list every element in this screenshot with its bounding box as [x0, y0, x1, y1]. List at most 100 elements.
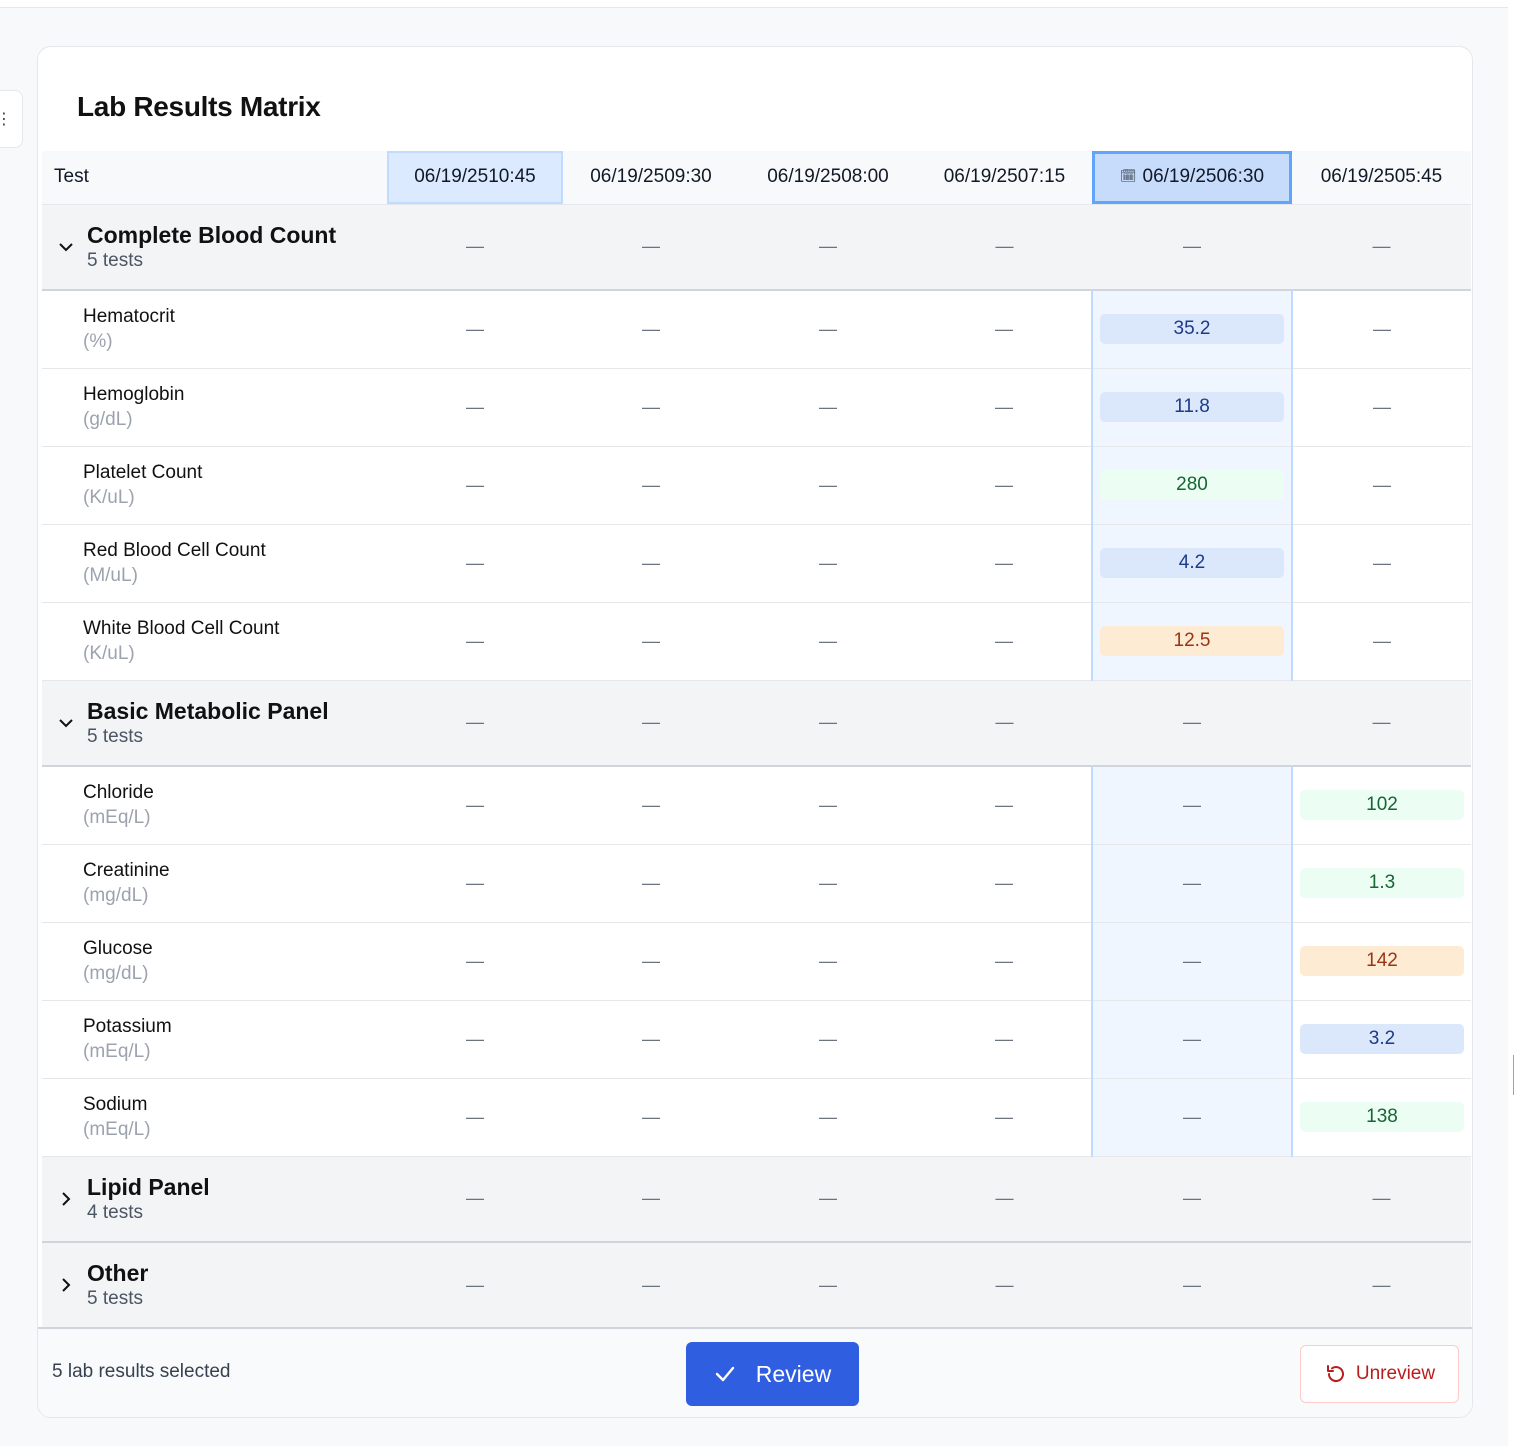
empty-cell: — [819, 396, 837, 417]
empty-cell: — [995, 950, 1013, 971]
group-name: Other [87, 1260, 149, 1286]
group-count: 5 tests [87, 1288, 143, 1309]
unreview-button[interactable]: Unreview [1300, 1345, 1459, 1403]
empty-cell: — [387, 1155, 563, 1242]
empty-cell: — [466, 318, 484, 339]
empty-cell: — [642, 318, 660, 339]
check-icon [715, 1366, 734, 1382]
empty-cell: — [1092, 1241, 1292, 1328]
empty-cell[interactable]: — [1091, 1000, 1293, 1078]
undo-icon [1326, 1365, 1344, 1383]
column-header-time[interactable]: 06/19/2510:45 [387, 151, 563, 204]
test-name: Platelet Count [83, 462, 203, 483]
group-row-complete-blood-count[interactable]: Complete Blood Count 5 tests — — — — — — [42, 203, 1471, 290]
test-unit: (mg/dL) [83, 885, 149, 906]
page-title: Lab Results Matrix [77, 91, 321, 122]
result-cell[interactable]: 280 [1091, 446, 1293, 524]
result-cell[interactable]: 3.2 [1292, 1000, 1471, 1078]
result-value[interactable]: 3.2 [1300, 1024, 1464, 1054]
result-value[interactable]: 138 [1300, 1102, 1464, 1132]
empty-cell: — [466, 630, 484, 651]
empty-cell[interactable]: — [1091, 844, 1293, 922]
chevron-down-icon[interactable] [56, 237, 76, 257]
empty-cell: — [995, 318, 1013, 339]
empty-cell: — [466, 872, 484, 893]
empty-cell: — [1292, 203, 1471, 290]
group-row-lipid-panel[interactable]: Lipid Panel 4 tests — — — — — — [42, 1155, 1471, 1242]
table-row: White Blood Cell Count (K/uL) — — — — 12.… [42, 602, 1471, 680]
empty-cell: — [819, 318, 837, 339]
empty-cell: — [819, 474, 837, 495]
result-cell[interactable]: 12.5 [1091, 602, 1293, 680]
result-value[interactable]: 102 [1300, 790, 1464, 821]
result-cell[interactable]: 142 [1292, 922, 1471, 1000]
test-unit: (mEq/L) [83, 1041, 151, 1062]
chevron-right-icon[interactable] [56, 1189, 76, 1209]
column-header-time[interactable]: 06/19/2508:00 [739, 151, 917, 204]
empty-cell: — [917, 1241, 1092, 1328]
empty-cell: — [739, 1241, 917, 1328]
result-value[interactable]: 280 [1100, 470, 1284, 500]
group-row-basic-metabolic-panel[interactable]: Basic Metabolic Panel 5 tests — — — — — … [42, 679, 1471, 766]
empty-cell: — [466, 794, 484, 815]
result-cell[interactable]: 138 [1292, 1078, 1471, 1156]
result-value[interactable]: 4.2 [1100, 548, 1284, 578]
chevron-down-icon[interactable] [56, 713, 76, 733]
scrollbar[interactable] [1508, 0, 1522, 1446]
empty-cell[interactable]: — [1091, 922, 1293, 1000]
group-count: 5 tests [87, 249, 143, 271]
column-header-time-label: 06/19/2506:30 [1142, 166, 1265, 188]
empty-cell: — [1373, 474, 1391, 495]
empty-cell: — [819, 794, 837, 815]
column-header-time[interactable]: 06/19/2509:30 [563, 151, 739, 204]
test-unit: (%) [83, 331, 113, 353]
test-name: Chloride [83, 782, 154, 804]
result-value[interactable]: 142 [1300, 946, 1464, 976]
column-header-time[interactable]: 06/19/2505:45 [1292, 151, 1471, 204]
empty-cell: — [819, 630, 837, 651]
test-name: Creatinine [83, 860, 170, 881]
empty-cell: — [1373, 552, 1391, 573]
result-value[interactable]: 11.8 [1100, 392, 1284, 422]
review-button[interactable]: Review [686, 1342, 859, 1406]
empty-cell: — [995, 630, 1013, 651]
side-panel-toggle[interactable]: ⋮ [0, 90, 23, 148]
result-value[interactable]: 1.3 [1300, 868, 1464, 898]
result-value[interactable]: 35.2 [1100, 314, 1284, 345]
empty-cell: — [642, 552, 660, 573]
empty-cell: — [1092, 1155, 1292, 1242]
empty-cell: — [819, 1106, 837, 1127]
selection-footer: 5 lab results selected Review Unreview [38, 1327, 1472, 1417]
result-cell[interactable]: 1.3 [1292, 844, 1471, 922]
column-header-test[interactable]: Test [42, 151, 387, 204]
scrollbar-thumb[interactable] [1513, 1055, 1514, 1095]
test-unit: (mEq/L) [83, 807, 151, 829]
result-cell[interactable]: 4.2 [1091, 524, 1293, 602]
empty-cell: — [642, 950, 660, 971]
test-name: Hemoglobin [83, 384, 185, 405]
lab-results-card: Lab Results Matrix Test 06/19/2510:45 06… [37, 46, 1473, 1418]
empty-cell[interactable]: — [1091, 766, 1293, 844]
result-value[interactable]: 12.5 [1100, 626, 1284, 656]
empty-cell: — [739, 203, 917, 290]
empty-cell: — [563, 203, 739, 290]
column-header-time[interactable]: 06/19/2507:15 [917, 151, 1092, 204]
result-cell[interactable]: 35.2 [1091, 290, 1293, 368]
empty-cell[interactable]: — [1091, 1078, 1293, 1156]
result-cell[interactable]: 11.8 [1091, 368, 1293, 446]
column-header-time-selected[interactable]: 🗓 06/19/2506:30 [1092, 151, 1292, 204]
lab-matrix-table: Test 06/19/2510:45 06/19/2509:30 06/19/2… [42, 151, 1471, 1329]
chevron-right-icon[interactable] [56, 1275, 76, 1295]
empty-cell: — [387, 679, 563, 766]
selection-count: 5 lab results selected [52, 1361, 231, 1382]
empty-cell: — [466, 1028, 484, 1049]
empty-cell: — [819, 552, 837, 573]
empty-cell: — [739, 1155, 917, 1242]
empty-cell: — [995, 1106, 1013, 1127]
empty-cell: — [387, 203, 563, 290]
table-row: Creatinine (mg/dL) — — — — — 1.3 [42, 844, 1471, 922]
group-row-other[interactable]: Other 5 tests — — — — — — [42, 1241, 1471, 1328]
result-cell[interactable]: 102 [1292, 766, 1471, 844]
table-row: Glucose (mg/dL) — — — — — 142 [42, 922, 1471, 1000]
group-name: Complete Blood Count [87, 221, 337, 248]
